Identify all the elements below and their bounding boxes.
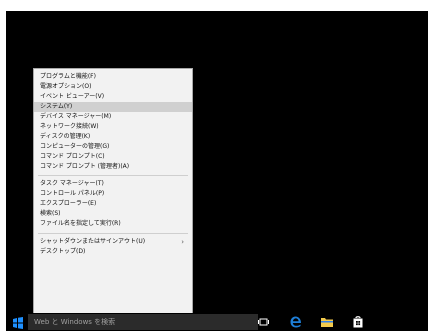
menu-item-system[interactable]: システム(Y) [34, 102, 192, 112]
file-explorer-icon[interactable] [319, 314, 335, 330]
menu-item-desktop[interactable]: デスクトップ(D) [34, 247, 192, 257]
submenu-arrow-icon: › [181, 238, 184, 246]
menu-item-event-viewer[interactable]: イベント ビューアー(V) [34, 92, 192, 102]
menu-item-label: シャットダウンまたはサインアウト(U) [40, 238, 146, 245]
menu-item-command-prompt[interactable]: コマンド プロンプト(C) [34, 152, 192, 162]
menu-item-control-panel[interactable]: コントロール パネル(P) [34, 189, 192, 199]
menu-item-device-manager[interactable]: デバイス マネージャー(M) [34, 112, 192, 122]
menu-item-shutdown-signout[interactable]: シャットダウンまたはサインアウト(U) › [34, 237, 192, 247]
store-icon[interactable] [350, 314, 366, 330]
taskbar-search-box[interactable]: Web と Windows を検索 [28, 314, 258, 330]
edge-icon[interactable] [288, 314, 304, 330]
menu-separator [38, 175, 188, 176]
menu-item-search[interactable]: 検索(S) [34, 209, 192, 219]
menu-separator [38, 233, 188, 234]
menu-item-network-connections[interactable]: ネットワーク接続(W) [34, 122, 192, 132]
taskbar: Web と Windows を検索 [6, 313, 428, 331]
menu-item-run[interactable]: ファイル名を指定して実行(R) [34, 219, 192, 229]
menu-item-command-prompt-admin[interactable]: コマンド プロンプト (管理者)(A) [34, 162, 192, 172]
menu-item-file-explorer[interactable]: エクスプローラー(E) [34, 199, 192, 209]
menu-item-task-manager[interactable]: タスク マネージャー(T) [34, 179, 192, 189]
menu-item-programs-and-features[interactable]: プログラムと機能(F) [34, 72, 192, 82]
menu-item-power-options[interactable]: 電源オプション(O) [34, 82, 192, 92]
winx-context-menu: プログラムと機能(F) 電源オプション(O) イベント ビューアー(V) システ… [33, 68, 193, 321]
menu-item-computer-management[interactable]: コンピューターの管理(G) [34, 142, 192, 152]
task-view-icon[interactable] [256, 314, 272, 330]
menu-item-disk-management[interactable]: ディスクの管理(K) [34, 132, 192, 142]
windows-start-icon[interactable] [12, 315, 24, 329]
